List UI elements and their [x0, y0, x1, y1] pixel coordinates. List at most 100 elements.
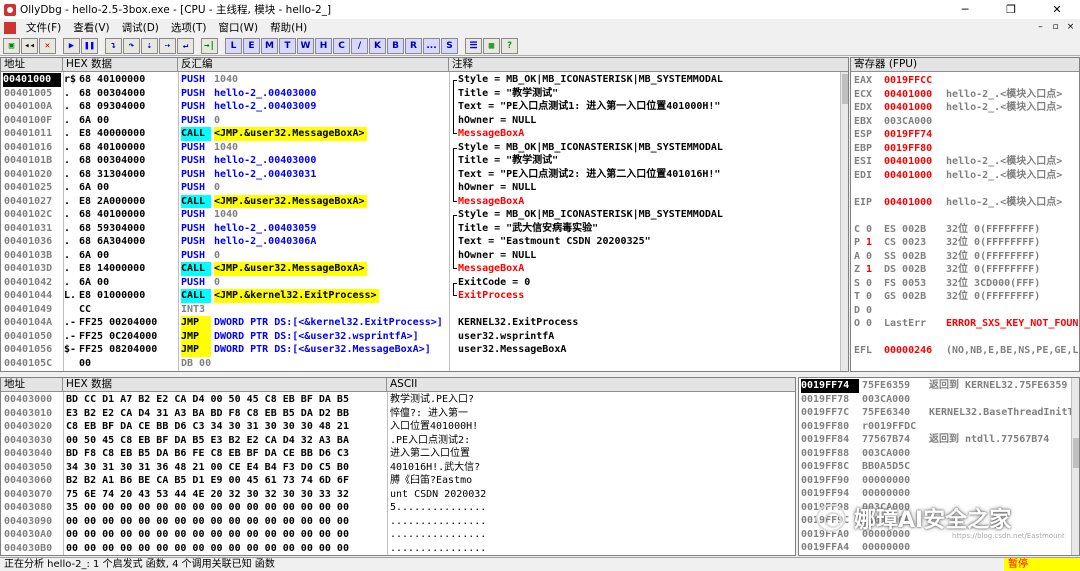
menu-window[interactable]: 窗口(W) [213, 20, 265, 35]
col-header-comment[interactable]: 注释 [449, 58, 848, 72]
menu-options[interactable]: 选项(T) [165, 20, 213, 35]
stack-row[interactable]: 0019FF90 00000000 [799, 474, 1071, 488]
register-value[interactable]: 0019FF80 [884, 142, 946, 156]
col-header-hex[interactable]: HEX 数据 [63, 58, 178, 72]
register-value[interactable]: 00401000 [884, 101, 946, 115]
disasm-row[interactable]: 00401016. 68 40100000 PUSH 1040 Style = MB_O… [1, 141, 842, 155]
minimize-button[interactable]: ─ [942, 0, 988, 19]
threads-button[interactable]: T [279, 37, 296, 54]
step-over-icon[interactable]: ↷ [123, 37, 140, 54]
close-program-icon[interactable]: ✕ [39, 37, 56, 54]
register-line[interactable]: A 0 SS 002B 32位 0(FFFFFFFF) [854, 250, 1040, 264]
stack-row[interactable]: 0019FF7C 75FE6340 KERNEL32.BaseThreadInitT… [799, 406, 1079, 420]
dump-row[interactable]: 00403010 E3 B2 E2 CA D4 31 A3 BA BD F8 C8… [1, 407, 795, 421]
disasm-row[interactable]: 0040101B. 68 00304000 PUSH hello-2_.0040300… [1, 154, 842, 168]
register-value[interactable]: 00401000 [884, 88, 946, 102]
col-header-address[interactable]: 地址 [1, 58, 63, 72]
register-line[interactable] [854, 331, 946, 345]
log-window-button[interactable]: L [225, 37, 242, 54]
mdi-restore-button[interactable]: ▫ [1048, 19, 1063, 35]
open-icon[interactable]: ▣ [3, 37, 20, 54]
stack-scrollbar[interactable] [1071, 378, 1079, 555]
register-value[interactable]: 00401000 [884, 169, 946, 183]
options-icon[interactable]: ▦ [483, 37, 500, 54]
register-line[interactable]: S 0 FS 0053 32位 3CD000(FFF) [854, 277, 1040, 291]
stack-row[interactable]: 0019FF74 75FE6359 返回到 KERNEL32.75FE6359 [799, 379, 1071, 393]
menu-debug[interactable]: 调试(D) [116, 20, 165, 35]
register-value[interactable]: DS 002B [884, 263, 946, 277]
disassembly-pane[interactable]: 地址 HEX 数据 反汇编 注释 00401000 r$ 68 40100000 PU… [0, 57, 849, 372]
menu-file[interactable]: 文件(F) [20, 20, 67, 35]
stack-row[interactable]: 0019FF80 r0019FFDC [799, 420, 1071, 434]
register-line[interactable]: EBP 0019FF80 [854, 142, 946, 156]
register-line[interactable]: ST0empty0.0 [854, 371, 964, 372]
memory-dump-pane[interactable]: 地址 HEX 数据 ASCII 00403000 BD CC D1 A7 B2 E… [0, 377, 796, 556]
dump-col-address[interactable]: 地址 [1, 378, 63, 392]
close-button[interactable]: ✕ [1034, 0, 1080, 19]
dump-row[interactable]: 00403090 00 00 00 00 00 00 00 00 00 00 00… [1, 515, 795, 529]
memory-map-button[interactable]: M [261, 37, 278, 54]
executable-modules-button[interactable]: E [243, 37, 260, 54]
dump-row[interactable]: 00403070 75 6E 74 20 43 53 44 4E 20 32 30… [1, 488, 795, 502]
register-line[interactable]: EFL 00000246 (NO,NB,E,BE,NS,PE,GE,LE) [854, 344, 1079, 358]
dump-col-hex[interactable]: HEX 数据 [63, 378, 387, 392]
register-line[interactable]: EDI 00401000 hello-2_.<模块入口点> [854, 169, 1062, 183]
register-line[interactable]: P 1 CS 0023 32位 0(FFFFFFFF) [854, 236, 1040, 250]
disasm-row[interactable]: 00401056 $- FF25 08204000 JMP DWORD PTR DS:[… [1, 343, 842, 357]
register-line[interactable] [854, 209, 946, 223]
dump-row[interactable]: 00403000 BD CC D1 A7 B2 E2 CA D4 00 50 45… [1, 393, 795, 407]
maximize-button[interactable]: ❐ [988, 0, 1034, 19]
disasm-row[interactable]: 0040104A .- FF25 00204000 JMP DWORD PTR DS:[… [1, 316, 842, 330]
register-value[interactable]: empty [884, 371, 946, 372]
register-value[interactable]: 0019FFCC [884, 74, 946, 88]
mdi-close-button[interactable]: × [1063, 19, 1078, 35]
dump-row[interactable]: 004030A0 00 00 00 00 00 00 00 00 00 00 00… [1, 528, 795, 542]
disasm-row[interactable]: 00401025. 6A 00 PUSH 0 hOwner = NULL [1, 181, 842, 195]
register-value[interactable]: 0019FF74 [884, 128, 946, 142]
register-value[interactable]: LastErr [884, 317, 946, 331]
patches-button[interactable]: / [351, 37, 368, 54]
column-separator[interactable] [63, 392, 64, 555]
register-line[interactable]: EBX 003CA000 [854, 115, 946, 129]
register-line[interactable]: EAX 0019FFCC [854, 74, 946, 88]
menu-view[interactable]: 查看(V) [67, 20, 115, 35]
disasm-row[interactable]: 0040102C. 68 40100000 PUSH 1040 Style = MB_O… [1, 208, 842, 222]
disasm-row[interactable]: 00401027. E8 2A000000 CALL <JMP.&user32.Mes… [1, 194, 842, 208]
register-line[interactable]: ESI 00401000 hello-2_.<模块入口点> [854, 155, 1062, 169]
column-separator[interactable] [178, 72, 179, 371]
mdi-minimize-button[interactable]: – [1033, 19, 1048, 35]
goto-icon[interactable]: →| [201, 37, 218, 54]
dump-row[interactable]: 00403050 34 30 31 30 31 36 48 21 00 CE E4… [1, 461, 795, 475]
disasm-row[interactable]: 00401005. 68 00304000 PUSH hello-2_.0040300… [1, 86, 842, 101]
windows-button[interactable]: W [297, 37, 314, 54]
stack-row[interactable]: 0019FF78 003CA000 [799, 393, 1071, 407]
disasm-row[interactable]: 00401020. 68 31304000 PUSH hello-2_.0040303… [1, 167, 842, 182]
disasm-row[interactable]: 00401036. 68 6A304000 PUSH hello-2_.0040306… [1, 235, 842, 249]
column-separator[interactable] [387, 392, 388, 555]
register-line[interactable]: ECX 00401000 hello-2_.<模块入口点> [854, 88, 1062, 102]
menu-help[interactable]: 帮助(H) [264, 20, 313, 35]
registers-pane[interactable]: 寄存器 (FPU) EAX 0019FFCC ECX 00401000 hello-2_… [850, 57, 1080, 372]
disasm-row[interactable]: 00401011. E8 40000000 CALL <JMP.&user32.Mes… [1, 127, 842, 141]
register-line[interactable]: C 0 ES 002B 32位 0(FFFFFFFF) [854, 223, 1040, 237]
dump-row[interactable]: 00403030 00 50 45 C8 EB BF DA B5 E3 B2 E2… [1, 434, 795, 448]
step-into-icon[interactable]: ↴ [105, 37, 122, 54]
trace-over-icon[interactable]: ⇢ [159, 37, 176, 54]
register-line[interactable]: EIP 00401000 hello-2_.<模块入口点> [854, 196, 1062, 210]
column-separator[interactable] [449, 72, 450, 371]
registers-header[interactable]: 寄存器 (FPU) [851, 58, 1079, 72]
col-header-disassembly[interactable]: 反汇编 [178, 58, 449, 72]
register-line[interactable]: D 0 [854, 304, 946, 318]
restart-icon[interactable]: ◂◂ [21, 37, 38, 54]
register-value[interactable]: ES 002B [884, 223, 946, 237]
dump-row[interactable]: 00403060 B2 B2 A1 B6 BE CA B5 D1 E9 00 45… [1, 474, 795, 488]
register-value[interactable]: 003CA000 [884, 115, 946, 129]
cpu-button[interactable]: C [333, 37, 350, 54]
run-icon[interactable]: ▶ [63, 37, 80, 54]
execute-till-return-icon[interactable]: ↵ [177, 37, 194, 54]
dump-col-ascii[interactable]: ASCII [387, 378, 795, 392]
disasm-row[interactable]: 00401044 L. E8 01000000 CALL <JMP.&kernel32.… [1, 289, 842, 303]
register-value[interactable]: GS 002B [884, 290, 946, 304]
register-line[interactable]: ESP 0019FF74 [854, 128, 946, 142]
disasm-row[interactable]: 00401042. 6A 00 PUSH 0 ExitCode = 0 [1, 276, 842, 290]
